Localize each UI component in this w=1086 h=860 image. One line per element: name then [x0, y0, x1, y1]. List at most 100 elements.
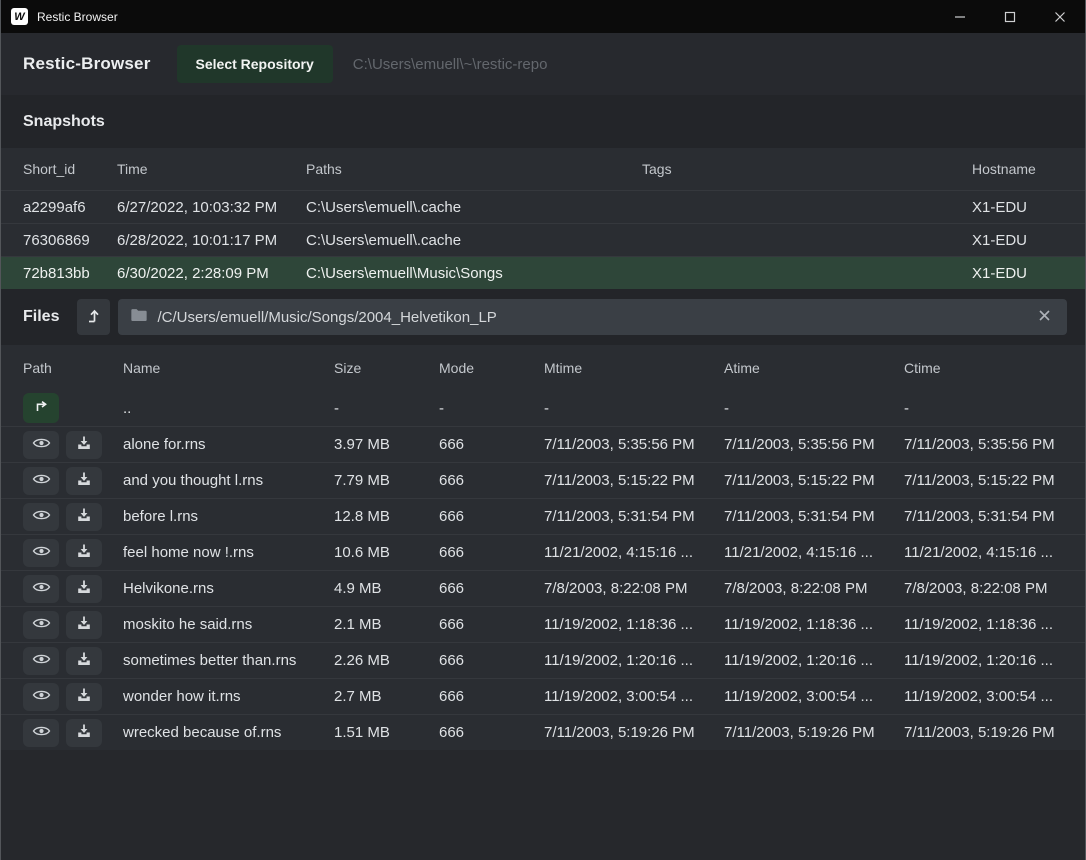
- current-path-input[interactable]: /C/Users/emuell/Music/Songs/2004_Helveti…: [118, 299, 1067, 335]
- file-col-atime: Atime: [724, 360, 904, 376]
- download-icon: [76, 435, 92, 454]
- snapshot-row[interactable]: 72b813bb 6/30/2022, 2:28:09 PM C:\Users\…: [1, 256, 1085, 289]
- download-file-button[interactable]: [66, 647, 102, 675]
- snapshot-time: 6/30/2022, 2:28:09 PM: [117, 265, 306, 282]
- file-name: before l.rns: [123, 508, 334, 525]
- file-row: sometimes better than.rns 2.26 MB 666 11…: [1, 642, 1085, 678]
- app-header: Restic-Browser Select Repository C:\User…: [1, 33, 1085, 95]
- file-name: wonder how it.rns: [123, 688, 334, 705]
- download-file-button[interactable]: [66, 539, 102, 567]
- eye-icon: [32, 472, 51, 489]
- titlebar: W Restic Browser: [1, 0, 1085, 33]
- repository-path: C:\Users\emuell\~\restic-repo: [353, 56, 548, 73]
- file-name: wrecked because of.rns: [123, 724, 334, 741]
- download-file-button[interactable]: [66, 431, 102, 459]
- snapshot-row[interactable]: a2299af6 6/27/2022, 10:03:32 PM C:\Users…: [1, 190, 1085, 223]
- download-file-button[interactable]: [66, 611, 102, 639]
- parent-directory-button[interactable]: [77, 299, 110, 335]
- file-row: wrecked because of.rns 1.51 MB 666 7/11/…: [1, 714, 1085, 750]
- file-atime: 7/8/2003, 8:22:08 PM: [724, 580, 904, 597]
- file-row: feel home now !.rns 10.6 MB 666 11/21/20…: [1, 534, 1085, 570]
- maximize-icon: [1004, 11, 1016, 23]
- preview-file-button[interactable]: [23, 611, 59, 639]
- file-mode: 666: [439, 544, 544, 561]
- snap-col-hostname: Hostname: [972, 161, 1085, 177]
- snapshot-time: 6/28/2022, 10:01:17 PM: [117, 232, 306, 249]
- download-file-button[interactable]: [66, 719, 102, 747]
- current-path-value: /C/Users/emuell/Music/Songs/2004_Helveti…: [157, 309, 1034, 326]
- download-file-button[interactable]: [66, 467, 102, 495]
- file-row: and you thought l.rns 7.79 MB 666 7/11/2…: [1, 462, 1085, 498]
- parent-row-size: -: [334, 400, 439, 417]
- elbow-arrow-right-icon: [32, 398, 50, 419]
- close-button[interactable]: [1035, 0, 1085, 33]
- snap-col-tags: Tags: [642, 161, 972, 177]
- parent-row-mode: -: [439, 400, 544, 417]
- file-size: 4.9 MB: [334, 580, 439, 597]
- file-mode: 666: [439, 580, 544, 597]
- preview-file-button[interactable]: [23, 467, 59, 495]
- file-atime: 11/19/2002, 1:18:36 ...: [724, 616, 904, 633]
- select-repository-button[interactable]: Select Repository: [177, 45, 333, 83]
- file-row: alone for.rns 3.97 MB 666 7/11/2003, 5:3…: [1, 426, 1085, 462]
- preview-file-button[interactable]: [23, 683, 59, 711]
- wails-logo-icon: W: [11, 8, 28, 25]
- download-file-button[interactable]: [66, 503, 102, 531]
- file-mtime: 11/19/2002, 1:20:16 ...: [544, 652, 724, 669]
- clear-path-button[interactable]: [1034, 307, 1055, 327]
- eye-icon: [32, 436, 51, 453]
- snap-col-paths: Paths: [306, 161, 642, 177]
- preview-file-button[interactable]: [23, 575, 59, 603]
- empty-area: [1, 750, 1085, 860]
- eye-icon: [32, 688, 51, 705]
- file-mode: 666: [439, 724, 544, 741]
- file-ctime: 7/11/2003, 5:15:22 PM: [904, 472, 1085, 489]
- file-col-mode: Mode: [439, 360, 544, 376]
- file-ctime: 11/19/2002, 1:20:16 ...: [904, 652, 1085, 669]
- snapshot-short-id: 72b813bb: [23, 265, 117, 282]
- snapshot-hostname: X1-EDU: [972, 265, 1085, 282]
- maximize-button[interactable]: [985, 0, 1035, 33]
- download-file-button[interactable]: [66, 683, 102, 711]
- file-ctime: 11/19/2002, 1:18:36 ...: [904, 616, 1085, 633]
- download-file-button[interactable]: [66, 575, 102, 603]
- file-mtime: 7/8/2003, 8:22:08 PM: [544, 580, 724, 597]
- preview-file-button[interactable]: [23, 431, 59, 459]
- parent-row-atime: -: [724, 400, 904, 417]
- minimize-button[interactable]: [935, 0, 985, 33]
- preview-file-button[interactable]: [23, 719, 59, 747]
- file-mode: 666: [439, 652, 544, 669]
- file-mode: 666: [439, 688, 544, 705]
- preview-file-button[interactable]: [23, 503, 59, 531]
- files-title: Files: [23, 308, 59, 326]
- file-size: 7.79 MB: [334, 472, 439, 489]
- file-row: Helvikone.rns 4.9 MB 666 7/8/2003, 8:22:…: [1, 570, 1085, 606]
- file-atime: 11/19/2002, 3:00:54 ...: [724, 688, 904, 705]
- snapshot-short-id: 76306869: [23, 232, 117, 249]
- minimize-icon: [954, 11, 966, 23]
- snapshot-paths: C:\Users\emuell\.cache: [306, 199, 642, 216]
- snapshot-short-id: a2299af6: [23, 199, 117, 216]
- preview-file-button[interactable]: [23, 647, 59, 675]
- file-mtime: 11/21/2002, 4:15:16 ...: [544, 544, 724, 561]
- file-size: 12.8 MB: [334, 508, 439, 525]
- file-ctime: 7/11/2003, 5:31:54 PM: [904, 508, 1085, 525]
- snapshot-paths: C:\Users\emuell\Music\Songs: [306, 265, 642, 282]
- folder-icon: [130, 307, 148, 328]
- files-table-body: alone for.rns 3.97 MB 666 7/11/2003, 5:3…: [1, 426, 1085, 750]
- file-atime: 11/19/2002, 1:20:16 ...: [724, 652, 904, 669]
- file-col-mtime: Mtime: [544, 360, 724, 376]
- snapshots-table-body: a2299af6 6/27/2022, 10:03:32 PM C:\Users…: [1, 190, 1085, 289]
- download-icon: [76, 507, 92, 526]
- close-icon: [1054, 11, 1066, 23]
- window-controls: [935, 0, 1085, 33]
- snapshot-row[interactable]: 76306869 6/28/2022, 10:01:17 PM C:\Users…: [1, 223, 1085, 256]
- download-icon: [76, 615, 92, 634]
- file-ctime: 11/21/2002, 4:15:16 ...: [904, 544, 1085, 561]
- snap-col-time: Time: [117, 161, 306, 177]
- preview-file-button[interactable]: [23, 539, 59, 567]
- file-ctime: 11/19/2002, 3:00:54 ...: [904, 688, 1085, 705]
- eye-icon: [32, 508, 51, 525]
- download-icon: [76, 579, 92, 598]
- open-parent-button[interactable]: [23, 393, 59, 423]
